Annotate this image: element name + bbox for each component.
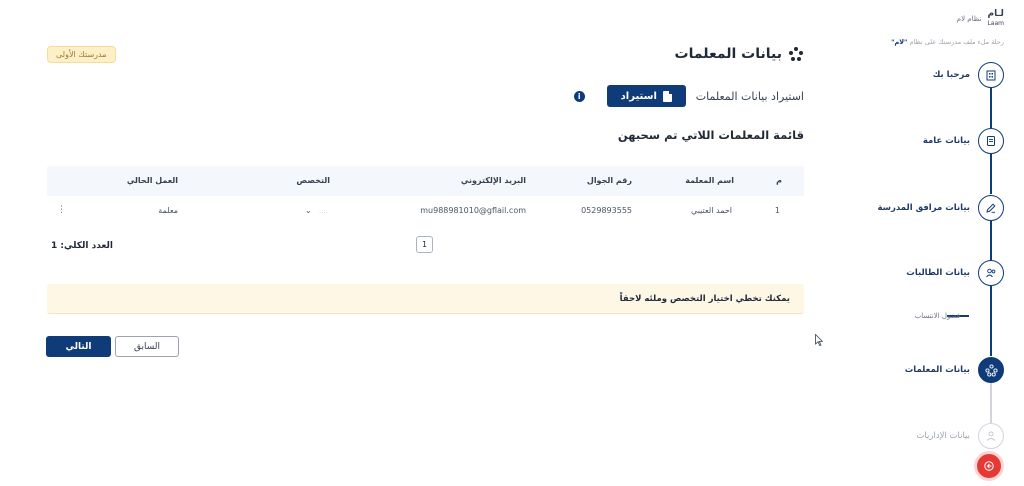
step-facilities[interactable] — [978, 195, 1004, 221]
teachers-icon — [984, 363, 998, 377]
import-section: استيراد بيانات المعلمات استيراد i — [573, 85, 804, 107]
previous-button[interactable]: السابق — [115, 336, 179, 357]
school-badge: مدرستك الأولى — [47, 46, 116, 63]
column-header-index: م — [776, 176, 782, 185]
brand: لـام Laam نظام لام — [957, 10, 1004, 28]
logout-icon — [984, 461, 994, 471]
chevron-down-icon[interactable]: ⌄ — [305, 206, 312, 215]
step-label-admins[interactable]: بيانات الإداريات — [916, 431, 970, 441]
progress-track — [990, 88, 992, 128]
brand-logo-sub: Laam — [987, 20, 1004, 27]
teachers-group-icon — [789, 47, 803, 61]
step-general[interactable] — [978, 128, 1004, 154]
substep-label[interactable]: فصول الانتساب — [915, 312, 960, 320]
step-students[interactable] — [978, 260, 1004, 286]
progress-track — [990, 154, 992, 194]
column-header-name: اسم المعلمة — [685, 176, 734, 185]
step-admins[interactable] — [978, 423, 1004, 449]
specialty-select-placeholder[interactable]: .... — [319, 207, 328, 215]
column-header-email: البريد الإلكتروني — [460, 176, 526, 185]
import-button[interactable]: استيراد — [606, 85, 686, 107]
import-button-label: استيراد — [620, 90, 657, 102]
list-title: قائمة المعلمات اللاتي تم سحبهن — [617, 128, 804, 142]
brand-logo-text: لـام — [987, 9, 1004, 19]
mouse-cursor-icon — [815, 334, 823, 346]
column-header-current-job: العمل الحالي — [126, 176, 178, 185]
next-button[interactable]: التالي — [46, 336, 111, 357]
notice-banner: يمكنك تخطي اختيار التخصص وملئه لاحقاً — [47, 284, 804, 314]
step-welcome[interactable] — [978, 62, 1004, 88]
progress-track — [990, 221, 992, 261]
info-icon[interactable]: i — [573, 90, 585, 102]
progress-track — [990, 286, 992, 356]
user-icon — [986, 431, 996, 441]
tagline: رحلة ملء ملف مدرستك على نظام "لام" — [891, 38, 1004, 46]
progress-track-pending — [990, 383, 992, 423]
row-email: mu988981010@gflail.com — [420, 206, 526, 215]
step-label-teachers[interactable]: بيانات المعلمات — [905, 365, 970, 375]
notice-text: يمكنك تخطي اختيار التخصص وملئه لاحقاً — [619, 294, 790, 304]
teachers-table: م اسم المعلمة رقم الجوال البريد الإلكترو… — [47, 166, 804, 226]
total-count: العدد الكلي: 1 — [51, 241, 113, 251]
row-name: احمد العتيبي — [691, 206, 732, 215]
table-row: 1 احمد العتيبي 0529893555 mu988981010@gf… — [47, 196, 804, 226]
page-title: بيانات المعلمات — [674, 46, 782, 62]
brand-logo: لـام Laam — [987, 10, 1004, 28]
users-icon — [986, 268, 996, 278]
logout-button[interactable] — [977, 454, 1001, 478]
column-header-mobile: رقم الجوال — [586, 176, 632, 185]
column-header-specialty: التخصص — [296, 176, 330, 185]
row-mobile: 0529893555 — [581, 206, 632, 215]
row-menu-icon[interactable]: ⋮ — [57, 205, 66, 215]
step-label-welcome[interactable]: مرحبا بك — [933, 70, 970, 80]
page-header: بيانات المعلمات — [675, 46, 804, 62]
step-label-facilities[interactable]: بيانات مرافق المدرسة — [877, 203, 970, 213]
brand-name: نظام لام — [956, 15, 982, 23]
step-label-general[interactable]: بيانات عامة — [923, 136, 970, 146]
import-label: استيراد بيانات المعلمات — [695, 89, 804, 103]
page-button-1[interactable]: 1 — [416, 236, 433, 253]
table-header: م اسم المعلمة رقم الجوال البريد الإلكترو… — [47, 166, 804, 196]
main-content: مدرستك الأولى بيانات المعلمات استيراد بي… — [0, 0, 850, 486]
step-teachers[interactable] — [978, 357, 1004, 383]
step-label-students[interactable]: بيانات الطالبات — [906, 268, 970, 278]
row-current-job: معلمة — [158, 206, 178, 215]
row-index: 1 — [774, 206, 780, 215]
document-icon — [987, 136, 995, 146]
tagline-brand: "لام" — [891, 38, 908, 46]
building-icon — [986, 70, 996, 81]
file-icon — [662, 90, 672, 102]
tagline-prefix: رحلة ملء ملف مدرستك على نظام — [909, 38, 1004, 46]
progress-sidebar: لـام Laam نظام لام رحلة ملء ملف مدرستك ع… — [850, 0, 1024, 486]
pencil-icon — [986, 203, 996, 213]
